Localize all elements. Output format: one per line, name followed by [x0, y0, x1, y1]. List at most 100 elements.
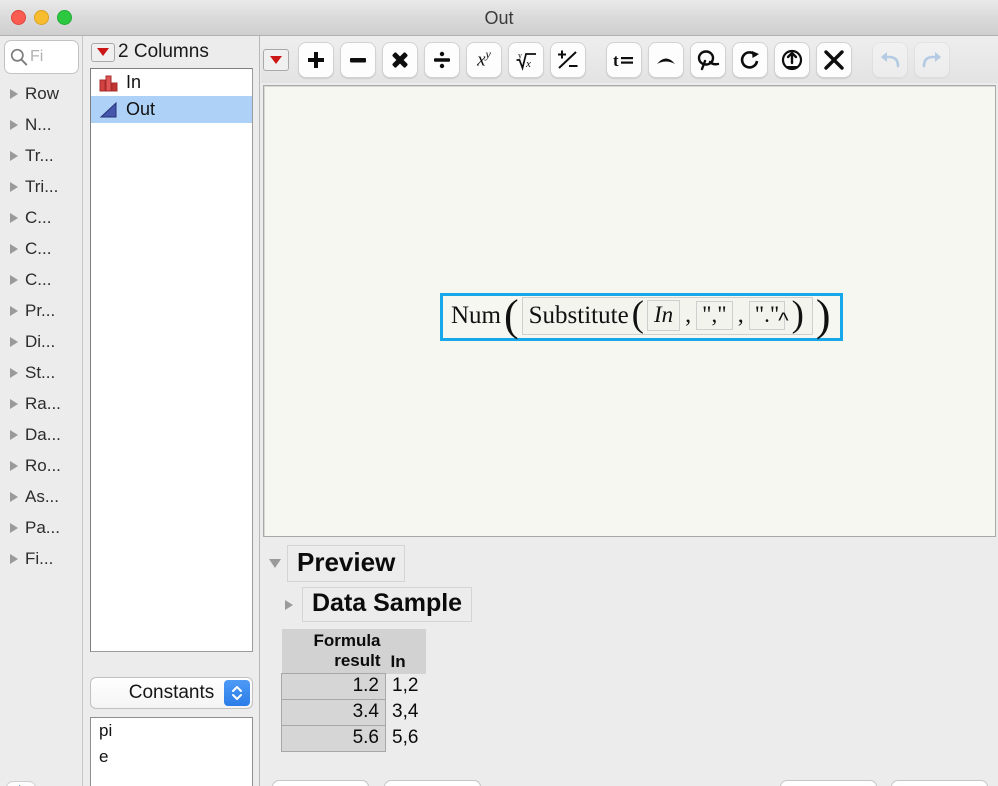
main-area: xy y x t [261, 36, 998, 786]
function-category-item[interactable]: Tri... [0, 171, 82, 202]
function-category-label: As... [25, 487, 59, 507]
power-button[interactable]: xy [466, 42, 502, 78]
function-category-item[interactable]: Tr... [0, 140, 82, 171]
table-row: 1.2 1,2 [282, 674, 426, 700]
divide-button[interactable] [424, 42, 460, 78]
columns-count-label: 2 Columns [118, 41, 209, 63]
column-list-item-in[interactable]: In [91, 69, 252, 96]
function-category-item[interactable]: Di... [0, 326, 82, 357]
search-input[interactable]: Fi [4, 40, 79, 74]
subtract-button[interactable] [340, 42, 376, 78]
data-sample-header[interactable]: Data Sample [285, 587, 472, 622]
preview-title: Preview [297, 547, 395, 577]
column-header-formula-result: Formula result [282, 629, 386, 674]
function-category-label: Pa... [25, 518, 60, 538]
formula-canvas[interactable]: Num ( Substitute ( In , "," , "." ^ ) ) [263, 85, 996, 537]
formula-options-menu[interactable] [263, 49, 289, 71]
formula-expression[interactable]: Num ( Substitute ( In , "," , "." ^ ) ) [440, 293, 843, 341]
search-placeholder: Fi [30, 48, 43, 66]
function-category-item[interactable]: N... [0, 109, 82, 140]
formula-argument-column[interactable]: In [647, 300, 680, 331]
function-category-item[interactable]: As... [0, 481, 82, 512]
outer-function-name[interactable]: Num [451, 302, 501, 330]
ok-button[interactable]: OK [891, 780, 988, 786]
multiply-button[interactable] [382, 42, 418, 78]
table-row: 3.4 3,4 [282, 700, 426, 726]
preview-section-header[interactable]: Preview [263, 544, 998, 582]
chevron-right-icon [10, 492, 18, 502]
chevron-right-icon [10, 151, 18, 161]
constant-list-item[interactable]: pi [91, 718, 252, 744]
inner-function-group[interactable]: Substitute ( In , "," , "." ^ ) [522, 297, 813, 335]
function-category-item[interactable]: St... [0, 357, 82, 388]
data-sample-title: Data Sample [312, 589, 462, 617]
delete-button[interactable] [816, 42, 852, 78]
stepper-updown-icon[interactable] [224, 680, 250, 706]
lasso-select-button[interactable] [690, 42, 726, 78]
cell-formula-result: 5.6 [282, 726, 386, 752]
cancel-button[interactable]: Cancel [780, 780, 877, 786]
preview-title-box: Preview [287, 545, 405, 582]
constants-list[interactable]: pi e . [90, 717, 253, 786]
argument-separator: , [680, 302, 696, 329]
function-category-item[interactable]: Ro... [0, 450, 82, 481]
chevron-right-icon [10, 244, 18, 254]
function-category-item[interactable]: C... [0, 202, 82, 233]
close-paren-inner: ) [789, 300, 807, 330]
formula-string-arg-1[interactable]: "," [696, 301, 733, 330]
undo-button[interactable] [872, 42, 908, 78]
cell-formula-result: 3.4 [282, 700, 386, 726]
column-header-in: In [386, 629, 426, 674]
function-category-item[interactable]: C... [0, 264, 82, 295]
constants-dropdown[interactable]: Constants [90, 677, 253, 709]
columns-list[interactable]: In Out [90, 68, 253, 652]
local-variable-button[interactable]: t [606, 42, 642, 78]
root-button[interactable]: y x [508, 42, 544, 78]
inner-function-name[interactable]: Substitute [529, 302, 629, 330]
column-list-item-out[interactable]: Out [91, 96, 252, 123]
function-category-label: Fi... [25, 549, 53, 569]
refresh-button[interactable] [732, 42, 768, 78]
chevron-right-icon [10, 89, 18, 99]
chevron-right-icon [10, 461, 18, 471]
function-category-item[interactable]: Pa... [0, 512, 82, 543]
function-category-label: Pr... [25, 301, 55, 321]
column-label: In [126, 72, 141, 93]
function-category-item[interactable]: Row [0, 78, 82, 109]
column-header-line-2: In [391, 652, 421, 672]
window-title: Out [0, 0, 998, 36]
add-button[interactable] [298, 42, 334, 78]
svg-text:x: x [525, 58, 531, 70]
function-category-label: Ro... [25, 456, 61, 476]
function-category-item[interactable]: C... [0, 233, 82, 264]
chevron-down-icon[interactable] [269, 559, 281, 568]
chevron-right-icon[interactable] [285, 600, 293, 610]
constant-list-item[interactable]: e [91, 744, 252, 770]
function-category-label: C... [25, 270, 51, 290]
apply-button[interactable]: Apply [384, 780, 481, 786]
column-label: Out [126, 99, 155, 120]
function-category-item[interactable]: Da... [0, 419, 82, 450]
open-paren-outer: ( [501, 298, 522, 334]
help-button[interactable]: Help [272, 780, 369, 786]
chevron-right-icon [10, 182, 18, 192]
function-category-item[interactable]: Pr... [0, 295, 82, 326]
function-category-item[interactable]: Ra... [0, 388, 82, 419]
constant-list-item[interactable]: . [91, 770, 252, 786]
formula-toolbar: xy y x t [261, 36, 998, 83]
sign-toggle-button[interactable] [550, 42, 586, 78]
function-category-label: Ra... [25, 394, 61, 414]
cell-in: 5,6 [386, 726, 426, 752]
constants-dropdown-label: Constants [129, 682, 215, 704]
function-sidebar: Fi Row N... Tr... Tri... C... [0, 36, 83, 786]
svg-text:y: y [518, 51, 522, 60]
function-category-item[interactable]: Fi... [0, 543, 82, 574]
nominal-bars-icon [98, 73, 120, 93]
insert-above-button[interactable] [648, 42, 684, 78]
unnest-button[interactable] [774, 42, 810, 78]
function-category-label: N... [25, 115, 51, 135]
cell-in: 1,2 [386, 674, 426, 700]
settings-button[interactable] [6, 781, 36, 786]
redo-button[interactable] [914, 42, 950, 78]
columns-menu-button[interactable] [91, 43, 115, 62]
